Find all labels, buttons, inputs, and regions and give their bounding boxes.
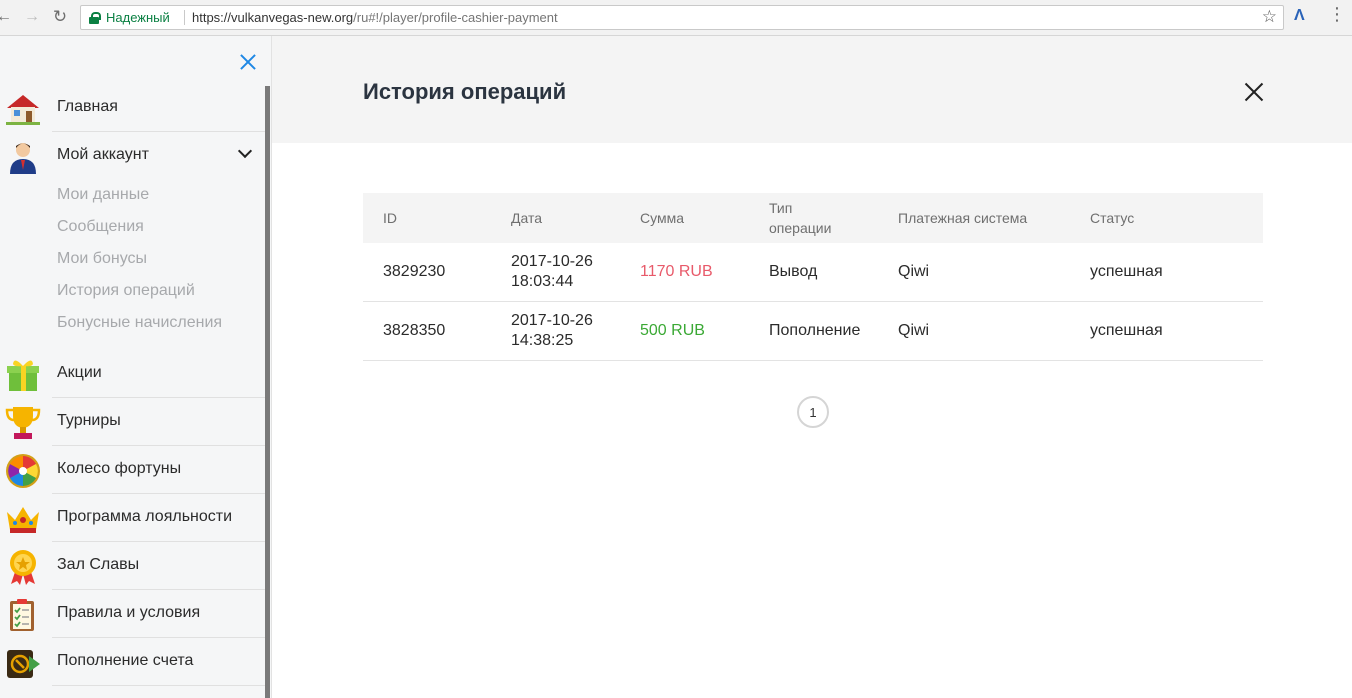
sidebar-item-deposit[interactable]: Пополнение счета — [0, 638, 265, 686]
chevron-down-icon[interactable] — [238, 146, 252, 160]
submenu-item-my-bonuses[interactable]: Мои бонусы — [57, 250, 147, 268]
pagination-page-button[interactable]: 1 — [797, 396, 829, 428]
reload-icon[interactable]: ↻ — [50, 7, 70, 27]
browser-toolbar: ← → ↻ Надежный https://vulkanvegas-new.o… — [0, 0, 1352, 36]
table-row: 3829230 2017-10-26 18:03:44 1170 RUB Выво… — [363, 243, 1263, 302]
column-header-status: Статус — [1090, 210, 1135, 226]
lock-icon — [89, 12, 101, 24]
extension-icon[interactable]: Λ — [1294, 7, 1305, 25]
user-icon — [10, 143, 36, 174]
cell-payment-system: Qiwi — [898, 263, 930, 280]
cell-date: 2017-10-26 — [511, 253, 593, 270]
submenu-item-bonus-accruals[interactable]: Бонусные начисления — [57, 314, 222, 332]
submenu-item-transaction-history[interactable]: История операций — [57, 282, 195, 300]
gift-icon — [7, 360, 39, 391]
url-text[interactable]: https://vulkanvegas-new.org/ru#!/player/… — [192, 10, 558, 25]
transactions-table: ID Дата Сумма Тип операции Платежная сист… — [363, 193, 1263, 361]
cell-type: Пополнение — [769, 322, 861, 339]
submenu-item-my-data[interactable]: Мои данные — [57, 186, 149, 204]
browser-menu-icon[interactable]: ⋮ — [1328, 5, 1346, 23]
table-row: 3828350 2017-10-26 14:38:25 500 RUB Попол… — [363, 302, 1263, 361]
column-header-id: ID — [383, 210, 397, 226]
secure-label: Надежный — [106, 10, 170, 25]
cell-type: Вывод — [769, 263, 818, 280]
cell-time: 14:38:25 — [511, 332, 574, 349]
sidebar-item-terms[interactable]: Правила и условия — [0, 590, 265, 638]
page-title: История операций — [363, 79, 567, 104]
url-host: https://vulkanvegas-new.org — [192, 10, 354, 25]
column-header-amount: Сумма — [640, 210, 684, 226]
cell-datetime: 2017-10-26 18:03:44 — [511, 243, 593, 301]
column-header-type-line1: Тип — [769, 200, 793, 216]
close-icon[interactable] — [1242, 80, 1266, 104]
sidebar-item-label: Мой аккаунт — [57, 146, 149, 163]
house-icon — [6, 95, 40, 125]
forward-arrow-icon[interactable]: → — [22, 7, 42, 27]
address-bar[interactable]: Надежный https://vulkanvegas-new.org/ru#… — [80, 5, 1284, 30]
sidebar-item-label: Акции — [57, 364, 102, 381]
deposit-icon — [7, 650, 40, 678]
sidebar-item-label: Пополнение счета — [57, 652, 194, 669]
cell-time: 18:03:44 — [511, 273, 574, 290]
sidebar-item-label: Главная — [57, 98, 118, 115]
sidebar-item-loyalty-program[interactable]: Программа лояльности — [0, 494, 265, 542]
fortune-wheel-icon — [6, 454, 40, 488]
cell-payment-system: Qiwi — [898, 322, 930, 339]
sidebar: Главная Мой аккаунт Мои данные Сообщения… — [0, 36, 272, 698]
sidebar-item-label: Правила и условия — [57, 604, 201, 621]
cell-date: 2017-10-26 — [511, 312, 593, 329]
divider — [52, 685, 265, 686]
sidebar-item-label: Колесо фортуны — [57, 460, 182, 477]
cell-datetime: 2017-10-26 14:38:25 — [511, 302, 593, 360]
checklist-icon — [10, 599, 34, 631]
cell-status: успешная — [1090, 263, 1163, 280]
modal-header: История операций — [272, 36, 1352, 143]
sidebar-item-promotions[interactable]: Акции — [0, 350, 265, 398]
cell-amount: 500 RUB — [640, 322, 705, 339]
url-path: /ru#!/player/profile-cashier-payment — [353, 10, 558, 25]
sidebar-item-my-account[interactable]: Мой аккаунт — [0, 132, 265, 180]
sidebar-item-fortune-wheel[interactable]: Колесо фортуны — [0, 446, 265, 494]
medal-icon — [10, 550, 36, 585]
cell-amount: 1170 RUB — [640, 263, 713, 280]
column-header-type-line2: операции — [769, 220, 832, 236]
column-header-date: Дата — [511, 210, 543, 226]
sidebar-item-label: Турниры — [57, 412, 121, 429]
cell-id: 3828350 — [383, 322, 446, 339]
sidebar-item-tournaments[interactable]: Турниры — [0, 398, 265, 446]
cell-status: успешная — [1090, 322, 1163, 339]
submenu-item-messages[interactable]: Сообщения — [57, 218, 144, 236]
sidebar-item-hall-of-fame[interactable]: Зал Славы — [0, 542, 265, 590]
crown-icon — [7, 507, 39, 533]
table-header: ID Дата Сумма Тип операции Платежная сист… — [363, 193, 1263, 243]
column-header-payment-system: Платежная система — [898, 210, 1028, 226]
sidebar-item-label: Программа лояльности — [57, 508, 233, 525]
sidebar-item-label: Зал Славы — [57, 556, 140, 573]
cell-id: 3829230 — [383, 263, 446, 280]
sidebar-scrollbar[interactable] — [265, 86, 270, 698]
address-divider — [184, 10, 185, 25]
back-arrow-icon[interactable]: ← — [0, 7, 14, 27]
trophy-icon — [5, 407, 41, 439]
bookmark-star-icon[interactable]: ☆ — [1262, 7, 1277, 27]
column-header-type: Тип операции — [769, 193, 831, 243]
sidebar-close-icon[interactable] — [236, 50, 260, 74]
sidebar-item-home[interactable]: Главная — [0, 84, 265, 132]
